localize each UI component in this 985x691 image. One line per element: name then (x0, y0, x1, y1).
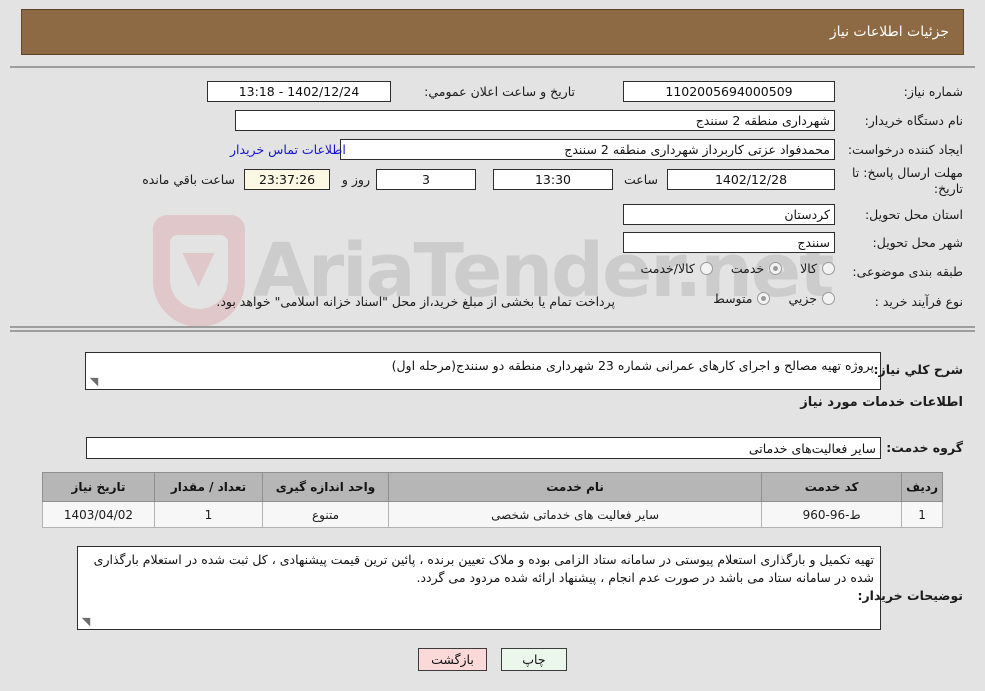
cell-name: سایر فعالیت های خدماتی شخصی (387, 501, 763, 528)
buyer-org-label: نام دستگاه خریدار: (864, 113, 963, 128)
services-section-heading: اطلاعات خدمات مورد نیاز (800, 395, 963, 410)
city-label: شهر محل تحویل: (872, 235, 963, 250)
general-desc-label: شرح کلي نیاز: (873, 362, 963, 377)
province-label: استان محل تحویل: (864, 207, 963, 222)
table-header-row: ردیف کد خدمت نام خدمت واحد اندازه گیری ت… (42, 472, 943, 502)
purchase-type-label: نوع فرآیند خرید : (874, 294, 963, 309)
service-group-label: گروه خدمت: (886, 440, 963, 455)
col-need-date: تاریخ نیاز (42, 472, 155, 502)
page-title: جزئیات اطلاعات نیاز (21, 9, 964, 55)
col-row-no: ردیف (901, 472, 943, 502)
col-unit: واحد اندازه گیری (262, 472, 389, 502)
col-name: نام خدمت (387, 472, 763, 502)
cell-row-no: 1 (901, 501, 943, 528)
back-button[interactable]: بازگشت (418, 648, 487, 671)
cell-code: ط-96-960 (761, 501, 903, 528)
services-table-wrap: ردیف کد خدمت نام خدمت واحد اندازه گیری ت… (42, 472, 943, 528)
button-bar: بازگشت چاپ (0, 648, 985, 671)
deadline-label: مهلت ارسال پاسخ: تا تاریخ: (852, 165, 963, 197)
requester-label: ایجاد کننده درخواست: (847, 142, 963, 157)
print-button[interactable]: چاپ (500, 648, 567, 671)
col-qty: تعداد / مقدار (154, 472, 263, 502)
need-info-panel (10, 66, 975, 328)
page-title-text: جزئیات اطلاعات نیاز (829, 24, 949, 40)
services-table: ردیف کد خدمت نام خدمت واحد اندازه گیری ت… (42, 472, 943, 528)
cell-qty: 1 (154, 501, 263, 528)
col-code: کد خدمت (761, 472, 903, 502)
table-row: 1 ط-96-960 سایر فعالیت های خدماتی شخصی م… (42, 501, 943, 528)
cell-unit: متنوع (262, 501, 389, 528)
cell-need-date: 1403/04/02 (42, 501, 155, 528)
buyer-notes-label: توضیحات خریدار: (857, 588, 963, 603)
category-label: طبقه بندی موضوعی: (852, 264, 963, 279)
need-number-label: شماره نیاز: (903, 84, 963, 99)
page-root: AriaTender.net جزئیات اطلاعات نیاز شماره… (0, 0, 985, 691)
